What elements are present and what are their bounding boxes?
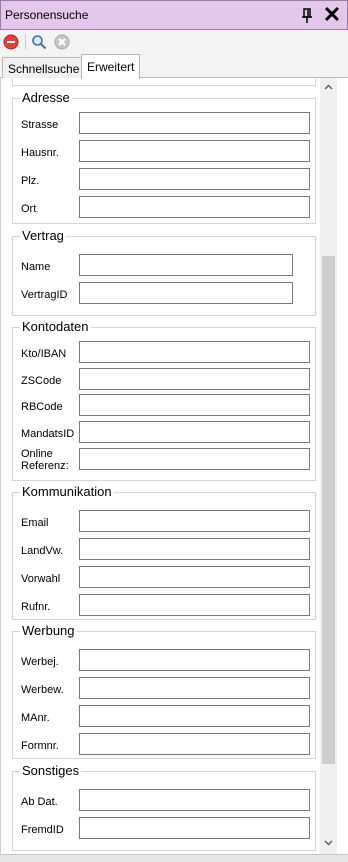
label-ab-dat: Ab Dat. — [21, 796, 58, 808]
input-ab-dat[interactable] — [79, 789, 310, 811]
input-formnr[interactable] — [79, 733, 310, 755]
input-vertragid[interactable] — [79, 282, 293, 304]
input-online-referenz[interactable] — [79, 448, 310, 470]
group-title-werbung: Werbung — [20, 623, 77, 638]
label-plz: Plz. — [21, 175, 40, 187]
input-landvw[interactable] — [79, 538, 310, 560]
tab-schnellsuche[interactable]: Schnellsuche — [2, 57, 86, 78]
group-title-sonstiges: Sonstiges — [20, 763, 82, 778]
label-zscode: ZSCode — [21, 375, 62, 387]
input-werbej[interactable] — [79, 649, 310, 671]
group-kommunikation: Kommunikation Email LandVw. Vorwahl Rufn… — [12, 484, 316, 620]
input-rbcode[interactable] — [79, 394, 310, 416]
label-rufnr: Rufnr. — [21, 601, 51, 613]
group-title-adresse: Adresse — [20, 90, 72, 105]
label-online: Online — [21, 448, 53, 460]
scroll-down-arrow-icon[interactable] — [323, 837, 334, 848]
label-hausnr: Hausnr. — [21, 147, 59, 159]
group-vertrag: Vertrag Name VertragID — [12, 228, 316, 316]
label-email: Email — [21, 517, 49, 529]
input-zscode[interactable] — [79, 368, 310, 390]
label-werbej: Werbej. — [21, 656, 59, 668]
input-manr[interactable] — [79, 705, 310, 727]
input-mandatsid[interactable] — [79, 421, 310, 443]
label-kto-iban: Kto/IBAN — [21, 348, 67, 360]
input-hausnr[interactable] — [79, 140, 310, 162]
search-form-panel: Adresse Strasse Hausnr. Plz. Ort Vertrag… — [0, 78, 348, 854]
bottom-edge — [0, 854, 348, 862]
input-kto-iban[interactable] — [79, 341, 310, 363]
input-strasse[interactable] — [79, 112, 310, 134]
group-title-vertrag: Vertrag — [20, 228, 66, 243]
input-rufnr[interactable] — [79, 594, 310, 616]
label-landvw: LandVw. — [21, 545, 64, 557]
scroll-up-arrow-icon[interactable] — [323, 82, 334, 93]
search-icon[interactable] — [31, 34, 47, 50]
tab-strip: Schnellsuche Erweitert — [0, 54, 348, 79]
label-vorwahl: Vorwahl — [21, 573, 61, 585]
toolbar — [0, 30, 348, 54]
window-titlebar: Personensuche ✕ — [0, 0, 348, 30]
input-name[interactable] — [79, 254, 293, 276]
label-fremdid: FremdID — [21, 824, 64, 836]
label-name: Name — [21, 261, 51, 273]
input-fremdid[interactable] — [79, 817, 310, 839]
scrollbar-thumb[interactable] — [322, 256, 335, 764]
group-title-kontodaten: Kontodaten — [20, 319, 91, 334]
label-strasse: Strasse — [21, 119, 59, 131]
label-werbew: Werbew. — [21, 684, 64, 696]
previous-group-remnant — [12, 78, 316, 86]
label-vertragid: VertragID — [21, 289, 68, 301]
label-rbcode: RBCode — [21, 401, 63, 413]
label-manr: MAnr. — [21, 712, 50, 724]
input-email[interactable] — [79, 510, 310, 532]
stop-icon[interactable] — [3, 34, 19, 50]
label-formnr: Formnr. — [21, 740, 59, 752]
label-mandatsid: MandatsID — [21, 428, 75, 440]
group-sonstiges: Sonstiges Ab Dat. FremdID — [12, 763, 316, 851]
input-werbew[interactable] — [79, 677, 310, 699]
input-plz[interactable] — [79, 168, 310, 190]
input-vorwahl[interactable] — [79, 566, 310, 588]
tab-erweitert[interactable]: Erweitert — [81, 54, 141, 79]
group-title-kommunikation: Kommunikation — [20, 484, 114, 499]
group-adresse: Adresse Strasse Hausnr. Plz. Ort — [12, 90, 316, 224]
clear-icon[interactable] — [54, 34, 70, 50]
label-ort: Ort — [21, 203, 37, 215]
group-werbung: Werbung Werbej. Werbew. MAnr. Formnr. — [12, 623, 316, 759]
label-referenz: Referenz: — [21, 460, 69, 472]
vertical-scrollbar[interactable] — [320, 78, 337, 854]
group-kontodaten: Kontodaten Kto/IBAN ZSCode RBCode Mandat… — [12, 319, 316, 481]
input-ort[interactable] — [79, 196, 310, 218]
window-title: Personensuche — [5, 8, 89, 22]
close-icon[interactable]: ✕ — [321, 4, 343, 26]
pin-icon[interactable] — [299, 7, 315, 25]
toolbar-separator — [25, 34, 26, 50]
